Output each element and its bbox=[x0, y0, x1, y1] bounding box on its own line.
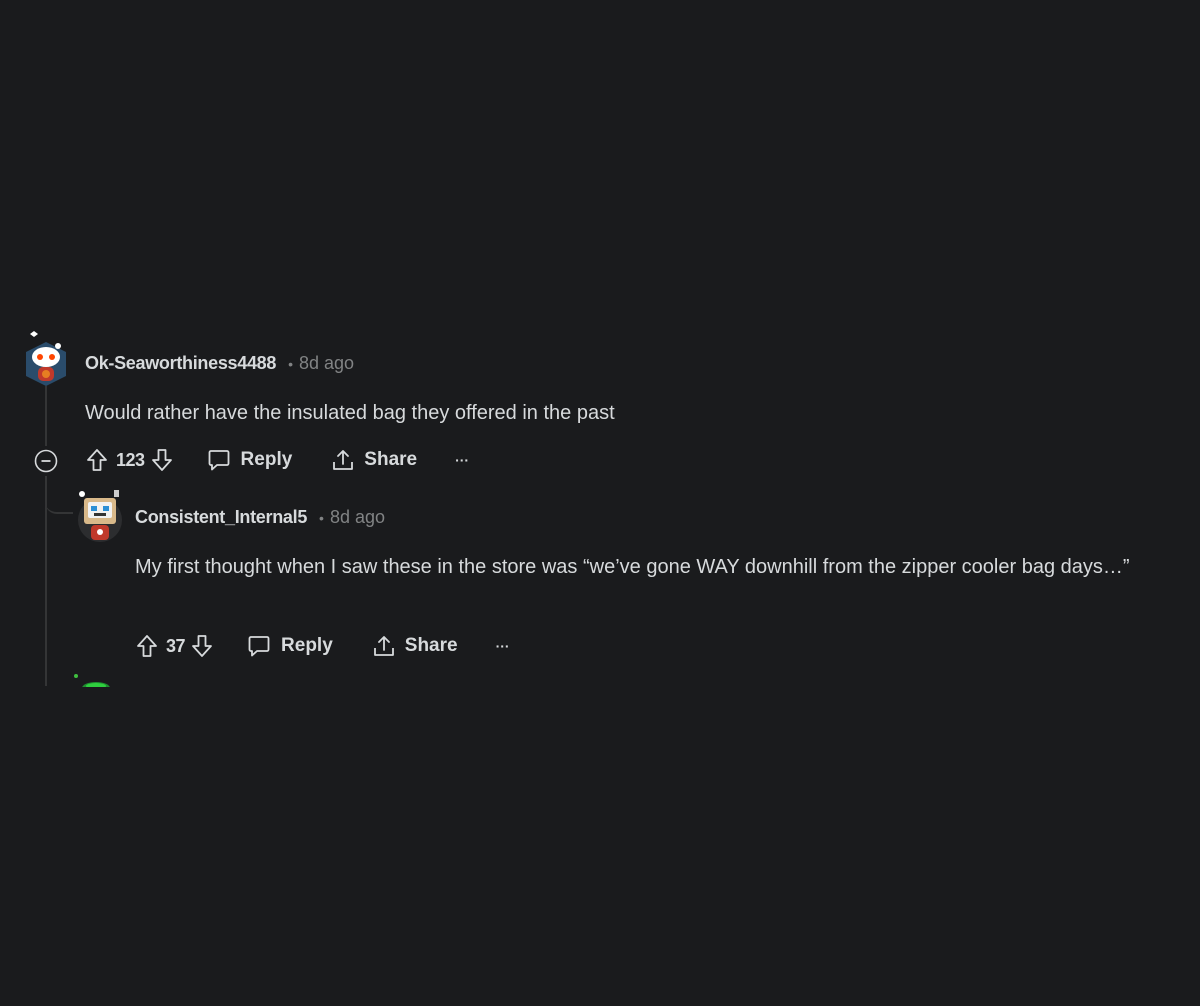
comment-bubble-icon bbox=[208, 450, 229, 471]
comment-bubble-icon bbox=[248, 636, 270, 657]
avatar[interactable] bbox=[72, 672, 118, 687]
comment-author[interactable]: Consistent_Internal5 bbox=[135, 507, 307, 528]
avatar[interactable] bbox=[76, 488, 124, 542]
more-options-button[interactable]: ··· bbox=[455, 452, 469, 468]
comment-timestamp[interactable]: 8d ago bbox=[330, 507, 385, 528]
more-options-icon: ··· bbox=[455, 452, 470, 468]
reply-button[interactable]: Reply bbox=[247, 634, 333, 658]
more-options-icon: ··· bbox=[495, 638, 510, 654]
partial-avatar-icon bbox=[74, 674, 110, 687]
robot-avatar-icon bbox=[78, 490, 122, 542]
collapse-thread-button[interactable] bbox=[34, 449, 58, 473]
vote-score: 37 bbox=[166, 635, 186, 656]
comment-author[interactable]: Ok-Seaworthiness4488 bbox=[85, 353, 276, 374]
reply-button[interactable]: Reply bbox=[207, 448, 293, 472]
comment-timestamp[interactable]: 8d ago bbox=[299, 353, 354, 374]
vote-score: 123 bbox=[116, 449, 145, 470]
comment-body: My first thought when I saw these in the… bbox=[135, 556, 1130, 578]
share-label: Share bbox=[404, 635, 458, 656]
comment-actions: 37 Reply Share ··· bbox=[136, 634, 510, 658]
downvote-button[interactable] bbox=[191, 634, 213, 658]
upvote-button[interactable] bbox=[136, 634, 158, 658]
more-options-button[interactable]: ··· bbox=[496, 638, 510, 654]
comment-thread: Ok-Seaworthiness4488 • 8d ago Would rath… bbox=[0, 0, 1200, 1006]
share-button[interactable]: Share bbox=[373, 634, 458, 658]
downvote-arrow-icon bbox=[192, 635, 212, 657]
downvote-arrow-icon bbox=[151, 449, 172, 471]
comment-meta: Consistent_Internal5 • 8d ago bbox=[135, 507, 385, 528]
reply-label: Reply bbox=[281, 635, 333, 656]
upvote-arrow-icon bbox=[137, 635, 157, 657]
meta-separator: • bbox=[288, 355, 294, 372]
meta-separator: • bbox=[319, 509, 324, 526]
avatar[interactable] bbox=[22, 330, 70, 386]
upvote-arrow-icon bbox=[87, 449, 107, 471]
comment-actions: 123 Reply Share ··· bbox=[86, 448, 469, 472]
share-button[interactable]: Share bbox=[332, 448, 417, 472]
collapse-minus-icon bbox=[34, 449, 58, 473]
share-label: Share bbox=[364, 449, 418, 470]
share-icon bbox=[373, 636, 394, 656]
reply-label: Reply bbox=[240, 449, 293, 470]
comment-body: Would rather have the insulated bag they… bbox=[85, 402, 615, 424]
downvote-button[interactable] bbox=[151, 448, 173, 472]
snoo-avatar-icon bbox=[26, 331, 66, 386]
comment-meta: Ok-Seaworthiness4488 • 8d ago bbox=[85, 353, 354, 374]
share-icon bbox=[333, 450, 354, 470]
thread-line-main[interactable] bbox=[45, 386, 47, 446]
thread-connector bbox=[45, 478, 73, 514]
upvote-button[interactable] bbox=[86, 448, 108, 472]
